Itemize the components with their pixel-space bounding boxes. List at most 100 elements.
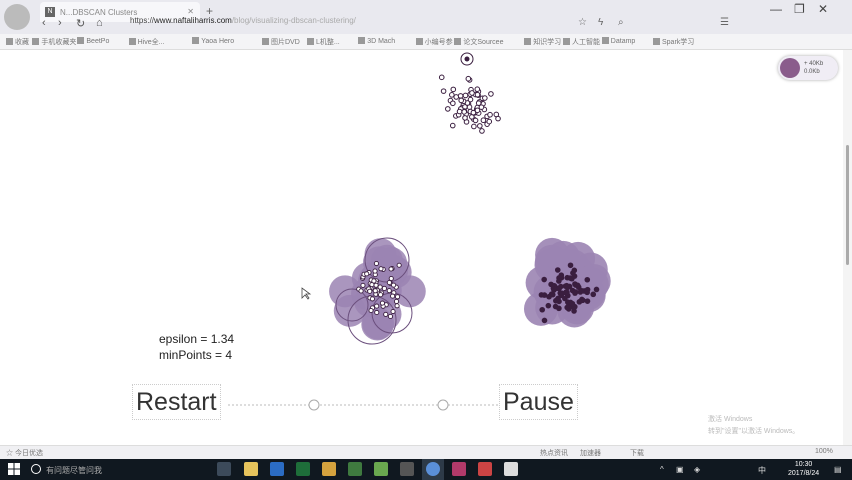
- slider-handle: [437, 399, 449, 411]
- unvisited-point: [378, 292, 384, 298]
- unvisited-point: [388, 266, 394, 272]
- url-host: www.naftaliharris.com: [154, 16, 232, 25]
- clustered-point: [554, 267, 561, 273]
- unvisited-point: [371, 278, 377, 284]
- bookmark-item[interactable]: 小编号参: [416, 37, 453, 47]
- browser-task-icon[interactable]: [426, 462, 440, 476]
- profile-avatar[interactable]: [4, 4, 30, 30]
- status-item-1[interactable]: 加速器: [580, 448, 601, 458]
- app-icon-3[interactable]: [374, 462, 388, 476]
- status-left[interactable]: ☆ 今日优选: [6, 448, 43, 458]
- bookmark-item[interactable]: Datamp: [602, 37, 636, 45]
- unvisited-point: [387, 313, 394, 320]
- bookmark-item[interactable]: 图片DVD: [262, 37, 300, 47]
- restore-icon[interactable]: ❐: [794, 2, 805, 16]
- status-item-0[interactable]: 热点资讯: [540, 448, 568, 458]
- preview-point: [487, 111, 493, 118]
- scrollbar[interactable]: [843, 50, 852, 445]
- bookmark-item[interactable]: 手机收藏夹: [32, 37, 76, 47]
- app-icon-2[interactable]: [348, 462, 362, 476]
- store-icon[interactable]: [296, 462, 310, 476]
- bookmark-item[interactable]: Yaoa Hero: [192, 37, 234, 45]
- unvisited-point: [360, 282, 366, 288]
- bookmark-item[interactable]: 3D Mach: [358, 37, 395, 45]
- clock-date: 2017/8/24: [788, 470, 820, 477]
- status-zoom[interactable]: 100%: [815, 448, 833, 455]
- clustered-point: [556, 278, 562, 284]
- app-icon-5[interactable]: [452, 462, 466, 476]
- unvisited-point: [378, 266, 384, 272]
- notification-icon[interactable]: ▤: [834, 465, 842, 474]
- ime-indicator[interactable]: 中: [758, 465, 766, 476]
- bookmark-star-icon[interactable]: ☆: [578, 17, 587, 28]
- bookmark-item[interactable]: 知识学习: [524, 37, 561, 47]
- search-engine-icon[interactable]: ⌕: [618, 17, 624, 28]
- unvisited-point: [368, 307, 374, 314]
- clustered-point: [541, 276, 547, 283]
- app-icon-7[interactable]: [504, 462, 518, 476]
- preview-point: [474, 91, 481, 98]
- mouse-cursor-icon: [301, 287, 312, 300]
- unvisited-point: [394, 294, 401, 300]
- unvisited-point: [372, 268, 378, 274]
- close-tab-icon[interactable]: ✕: [187, 7, 194, 16]
- unvisited-point: [383, 311, 389, 317]
- edge-icon[interactable]: [270, 462, 284, 476]
- volume-icon[interactable]: ◈: [694, 465, 700, 474]
- address-bar[interactable]: https://www.naftaliharris.com/blog/visua…: [130, 16, 570, 30]
- unvisited-point: [373, 282, 379, 288]
- preview-point: [495, 115, 501, 122]
- preview-point: [449, 122, 456, 129]
- app-icon-6[interactable]: [478, 462, 492, 476]
- reload-icon[interactable]: ↻: [76, 17, 85, 30]
- bookmark-item[interactable]: BeetPo: [77, 37, 109, 45]
- back-icon[interactable]: ‹: [42, 17, 46, 29]
- preview-point: [450, 86, 457, 93]
- pause-button[interactable]: Pause: [499, 384, 578, 420]
- activation-watermark-title: 激活 Windows: [708, 416, 753, 423]
- bookmark-item[interactable]: Hive全...: [129, 37, 165, 47]
- window-close-icon[interactable]: ✕: [818, 2, 828, 16]
- app-icon-4[interactable]: [400, 462, 414, 476]
- tab-favicon-icon: N: [45, 7, 55, 17]
- unvisited-point: [379, 300, 385, 306]
- clustered-point: [572, 289, 579, 295]
- clustered-point: [539, 306, 546, 313]
- taskbar-search[interactable]: 有问题尽管问我: [46, 465, 102, 476]
- preview-point: [462, 115, 468, 121]
- dbscan-canvas[interactable]: [0, 50, 843, 445]
- status-item-2[interactable]: 下载: [630, 448, 644, 458]
- extension-badge[interactable]: + 40Kb 0.0Kb: [778, 56, 838, 80]
- windows-start-icon[interactable]: [8, 463, 20, 475]
- preview-point: [458, 97, 464, 104]
- lightning-icon[interactable]: ϟ: [598, 17, 603, 28]
- bookmark-item[interactable]: 论文Sourcee: [454, 37, 503, 47]
- preview-point: [440, 88, 447, 94]
- unvisited-point: [386, 288, 392, 294]
- tray-chevron-icon[interactable]: ^: [660, 465, 664, 474]
- clustered-point: [584, 298, 591, 304]
- restart-button[interactable]: Restart: [132, 384, 221, 420]
- home-icon[interactable]: ⌂: [96, 17, 103, 29]
- extension-avatar-icon: [780, 58, 800, 78]
- bookmark-item[interactable]: Spark学习: [653, 37, 694, 47]
- clustered-point: [578, 288, 585, 294]
- bookmark-item[interactable]: 收藏: [6, 37, 29, 47]
- clustered-point: [576, 299, 583, 305]
- taskbar-clock[interactable]: 10:30 2017/8/24: [788, 460, 819, 478]
- network-icon[interactable]: ▣: [676, 465, 684, 474]
- scrollbar-thumb[interactable]: [846, 145, 849, 265]
- cortana-icon[interactable]: [31, 464, 41, 474]
- menu-icon[interactable]: ☰: [720, 17, 729, 28]
- unvisited-point: [394, 303, 400, 309]
- file-explorer-icon[interactable]: [244, 462, 258, 476]
- bookmark-item[interactable]: 人工智能: [563, 37, 600, 47]
- clustered-point: [569, 300, 576, 307]
- tab-title: N...DBSCAN Clusters: [60, 8, 138, 17]
- bookmark-item[interactable]: L机整...: [307, 37, 340, 47]
- minimize-icon[interactable]: —: [770, 2, 782, 16]
- app-icon-1[interactable]: [322, 462, 336, 476]
- forward-icon[interactable]: ›: [58, 17, 62, 29]
- status-bar: ☆ 今日优选 热点资讯 加速器 下载 100%: [0, 445, 852, 459]
- task-view-icon[interactable]: [217, 462, 231, 476]
